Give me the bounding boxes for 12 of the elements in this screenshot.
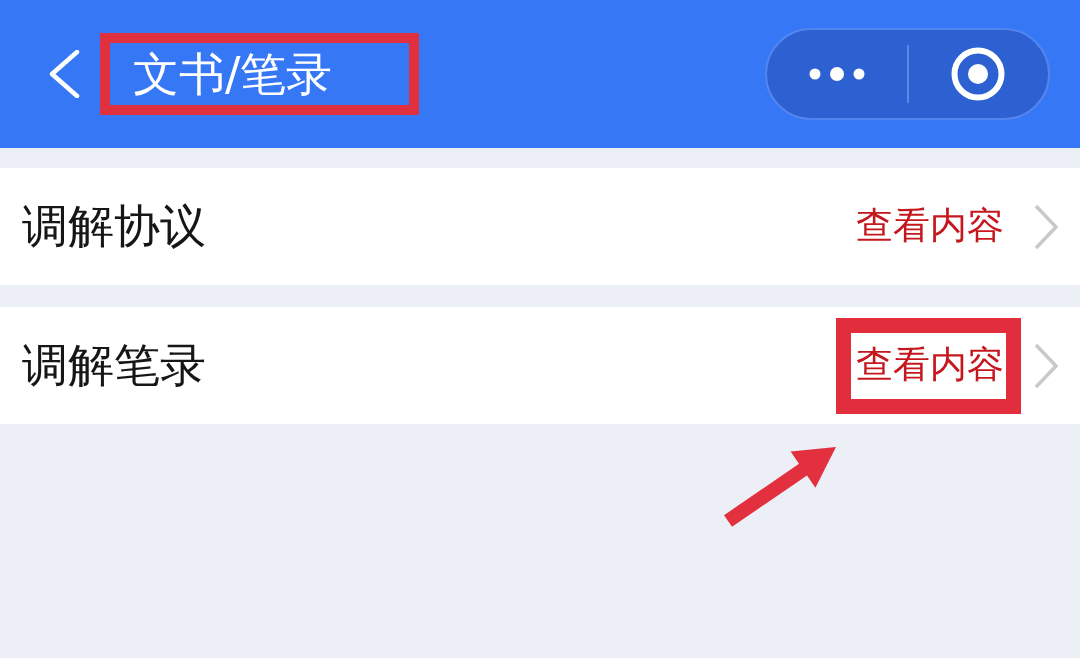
row-label: 调解笔录: [22, 340, 206, 391]
more-icon: [808, 67, 865, 81]
row-label: 调解协议: [22, 201, 206, 252]
chevron-right-icon: [1034, 342, 1058, 389]
ring-icon: [951, 47, 1006, 101]
list-row[interactable]: 调解协议 查看内容: [0, 168, 1080, 285]
chevron-right-icon: [1034, 203, 1058, 250]
view-content-link[interactable]: 查看内容: [856, 345, 1004, 386]
back-icon: [48, 50, 80, 98]
back-button[interactable]: [48, 50, 80, 98]
page-title: 文书/笔录: [133, 48, 333, 100]
view-content-link[interactable]: 查看内容: [856, 206, 1004, 247]
